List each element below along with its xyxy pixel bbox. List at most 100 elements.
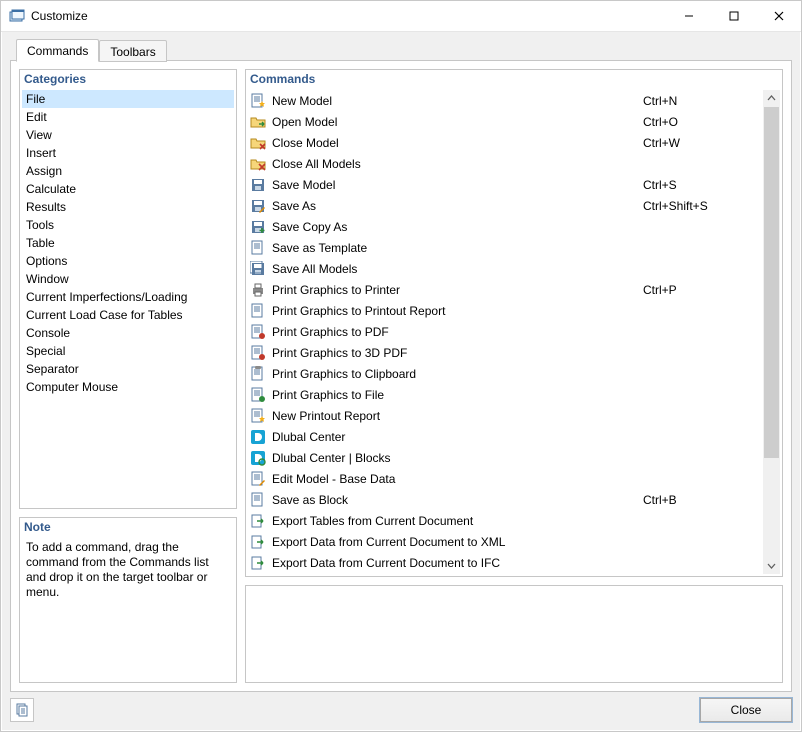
category-item[interactable]: Insert: [22, 144, 234, 162]
category-item[interactable]: Edit: [22, 108, 234, 126]
save-all-icon: [250, 261, 266, 277]
command-label: Save As: [272, 199, 643, 213]
command-row[interactable]: Print Graphics to 3D PDF: [248, 342, 763, 363]
export-xml-icon: [250, 534, 266, 550]
command-row[interactable]: Print Graphics to File: [248, 384, 763, 405]
command-row[interactable]: Export Tables from Current Document: [248, 510, 763, 531]
categories-title: Categories: [20, 70, 236, 90]
command-shortcut: Ctrl+O: [643, 115, 763, 129]
save-block-icon: [250, 492, 266, 508]
command-label: Print Graphics to Printout Report: [272, 304, 643, 318]
command-row[interactable]: Print Graphics to Printout Report: [248, 300, 763, 321]
category-item[interactable]: Results: [22, 198, 234, 216]
command-row[interactable]: Save as Template: [248, 237, 763, 258]
command-label: Close All Models: [272, 157, 643, 171]
save-icon: [250, 177, 266, 193]
close-model-icon: [250, 135, 266, 151]
category-item[interactable]: Current Load Case for Tables: [22, 306, 234, 324]
close-button[interactable]: Close: [700, 698, 792, 722]
command-shortcut: Ctrl+B: [643, 493, 763, 507]
command-label: Close Model: [272, 136, 643, 150]
scroll-up-button[interactable]: [763, 90, 780, 107]
command-row[interactable]: Save ModelCtrl+S: [248, 174, 763, 195]
command-row[interactable]: Print Graphics to PDF: [248, 321, 763, 342]
command-row[interactable]: Export Data from Current Document to XML: [248, 531, 763, 552]
command-row[interactable]: Edit Model - Base Data: [248, 468, 763, 489]
category-item[interactable]: File: [22, 90, 234, 108]
command-row[interactable]: Save as BlockCtrl+B: [248, 489, 763, 510]
command-label: Export Tables from Current Document: [272, 514, 643, 528]
category-item[interactable]: Window: [22, 270, 234, 288]
command-label: Print Graphics to Printer: [272, 283, 643, 297]
right-column: Commands New ModelCtrl+NOpen ModelCtrl+O…: [245, 69, 783, 683]
scroll-down-button[interactable]: [763, 557, 780, 574]
category-item[interactable]: Tools: [22, 216, 234, 234]
scrollbar-track[interactable]: [763, 107, 780, 557]
close-button-label: Close: [731, 703, 762, 717]
command-label: Dlubal Center | Blocks: [272, 451, 643, 465]
dialog-footer: Close: [10, 698, 792, 724]
category-item[interactable]: Table: [22, 234, 234, 252]
minimize-button[interactable]: [666, 1, 711, 31]
tab-toolbars[interactable]: Toolbars: [99, 40, 166, 62]
command-label: Edit Model - Base Data: [272, 472, 643, 486]
category-item[interactable]: Separator: [22, 360, 234, 378]
command-row[interactable]: Open ModelCtrl+O: [248, 111, 763, 132]
category-item[interactable]: Options: [22, 252, 234, 270]
command-row[interactable]: Close All Models: [248, 153, 763, 174]
copy-layout-icon: [14, 702, 30, 718]
command-row[interactable]: New Printout Report: [248, 405, 763, 426]
command-label: Dlubal Center: [272, 430, 643, 444]
commands-group: Commands New ModelCtrl+NOpen ModelCtrl+O…: [245, 69, 783, 577]
category-item[interactable]: Current Imperfections/Loading: [22, 288, 234, 306]
command-row[interactable]: Save AsCtrl+Shift+S: [248, 195, 763, 216]
commands-list[interactable]: New ModelCtrl+NOpen ModelCtrl+OClose Mod…: [248, 90, 763, 574]
window-title: Customize: [31, 9, 666, 23]
print-icon: [250, 282, 266, 298]
app-icon: [9, 8, 25, 24]
dlubal-center-icon: [250, 429, 266, 445]
command-shortcut: Ctrl+N: [643, 94, 763, 108]
customize-window: Customize Commands Toolbars: [0, 0, 802, 732]
open-model-icon: [250, 114, 266, 130]
command-row[interactable]: Dlubal Center: [248, 426, 763, 447]
command-shortcut: Ctrl+Shift+S: [643, 199, 763, 213]
left-column: Categories FileEditViewInsertAssignCalcu…: [19, 69, 237, 683]
window-close-button[interactable]: [756, 1, 801, 31]
command-label: Save Model: [272, 178, 643, 192]
command-row[interactable]: Print Graphics to PrinterCtrl+P: [248, 279, 763, 300]
command-row[interactable]: New ModelCtrl+N: [248, 90, 763, 111]
tab-label: Toolbars: [110, 45, 155, 59]
print-pdf-icon: [250, 324, 266, 340]
close-all-icon: [250, 156, 266, 172]
category-item[interactable]: Computer Mouse: [22, 378, 234, 396]
save-template-icon: [250, 240, 266, 256]
dlubal-blocks-icon: [250, 450, 266, 466]
scrollbar-thumb[interactable]: [764, 107, 779, 458]
print-file-icon: [250, 387, 266, 403]
vertical-scrollbar[interactable]: [763, 90, 780, 574]
copy-layout-button[interactable]: [10, 698, 34, 722]
category-item[interactable]: View: [22, 126, 234, 144]
category-item[interactable]: Assign: [22, 162, 234, 180]
command-row[interactable]: Export Data from Current Document to IFC: [248, 552, 763, 573]
command-shortcut: Ctrl+W: [643, 136, 763, 150]
categories-list[interactable]: FileEditViewInsertAssignCalculateResults…: [22, 90, 234, 506]
new-printout-icon: [250, 408, 266, 424]
tab-panel: Categories FileEditViewInsertAssignCalcu…: [10, 60, 792, 692]
maximize-button[interactable]: [711, 1, 756, 31]
command-label: New Printout Report: [272, 409, 643, 423]
command-label: Open Model: [272, 115, 643, 129]
command-row[interactable]: Save Copy As: [248, 216, 763, 237]
save-copy-icon: [250, 219, 266, 235]
category-item[interactable]: Calculate: [22, 180, 234, 198]
command-row[interactable]: Close ModelCtrl+W: [248, 132, 763, 153]
tabstrip: Commands Toolbars: [16, 39, 167, 62]
tab-commands[interactable]: Commands: [16, 39, 99, 62]
command-row[interactable]: Dlubal Center | Blocks: [248, 447, 763, 468]
print-3dpdf-icon: [250, 345, 266, 361]
command-row[interactable]: Save All Models: [248, 258, 763, 279]
category-item[interactable]: Special: [22, 342, 234, 360]
command-row[interactable]: Print Graphics to Clipboard: [248, 363, 763, 384]
category-item[interactable]: Console: [22, 324, 234, 342]
